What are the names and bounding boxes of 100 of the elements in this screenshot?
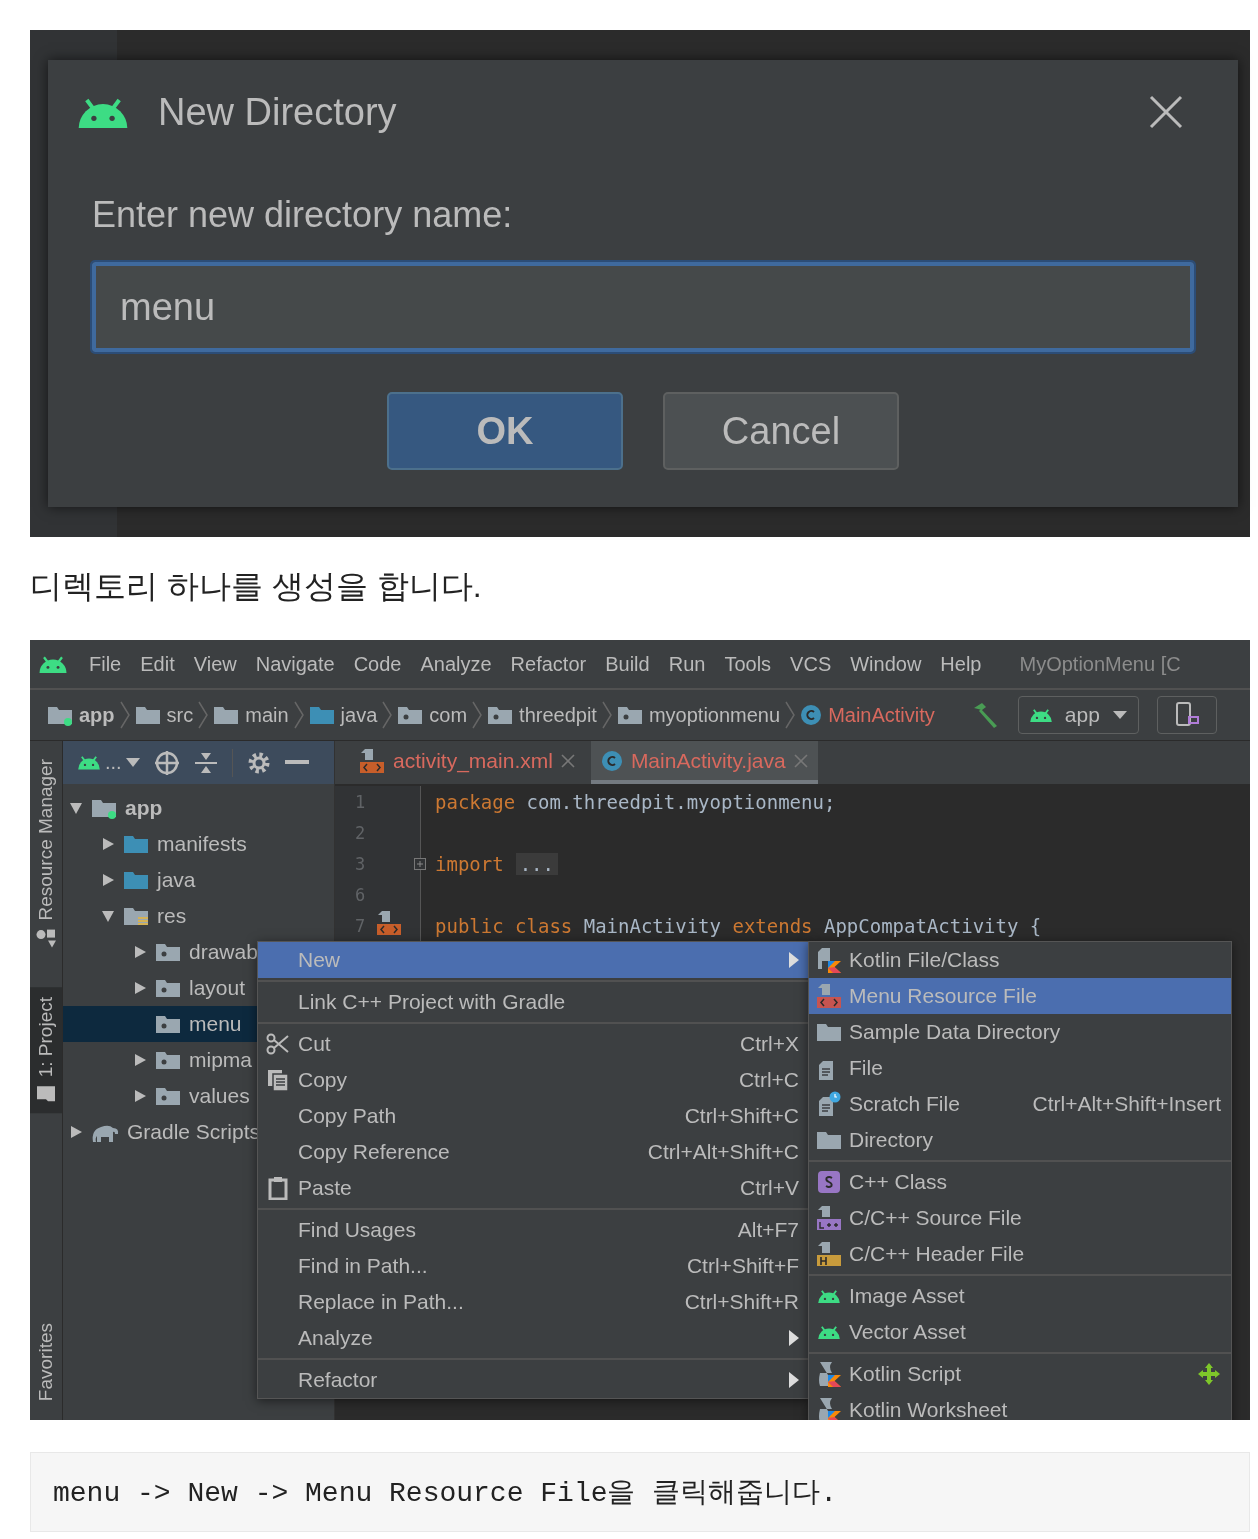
- breadcrumb[interactable]: app: [44, 703, 118, 727]
- expanded-arrow-icon[interactable]: [101, 909, 115, 923]
- resource-folder-icon: [123, 905, 149, 927]
- context-option[interactable]: Copy Ctrl+C: [258, 1062, 809, 1098]
- folder-icon: [213, 704, 240, 726]
- side-tab[interactable]: Favorites: [30, 1312, 62, 1411]
- menu-title[interactable]: Analyze: [412, 652, 500, 676]
- breadcrumb[interactable]: main: [210, 703, 292, 727]
- context-option[interactable]: Copy Reference Ctrl+Alt+Shift+C: [258, 1134, 809, 1170]
- new-item-option[interactable]: Kotlin File/Class: [809, 942, 1231, 978]
- context-option[interactable]: Find in Path... Ctrl+Shift+F: [258, 1248, 809, 1284]
- close-button[interactable]: [1148, 94, 1184, 130]
- kotlin-script-icon: [816, 1397, 842, 1420]
- context-option[interactable]: Replace in Path... Ctrl+Shift+R: [258, 1284, 809, 1320]
- context-option[interactable]: Find Usages Alt+F7: [258, 1212, 809, 1248]
- new-item-option[interactable]: Vector Asset: [809, 1314, 1231, 1350]
- context-option[interactable]: Copy Path Ctrl+Shift+C: [258, 1098, 809, 1134]
- folder-icon: [308, 704, 335, 726]
- android-icon: [817, 1324, 841, 1340]
- directory-name-field[interactable]: menu: [92, 262, 1194, 352]
- breadcrumb[interactable]: src: [131, 703, 197, 727]
- new-item-option[interactable]: Kotlin Worksheet: [809, 1392, 1231, 1420]
- dialog-title: New Directory: [158, 90, 398, 134]
- shortcut-text: Ctrl+Shift+F: [686, 1254, 799, 1278]
- device-button[interactable]: [1156, 696, 1217, 734]
- new-item-option[interactable]: Image Asset: [809, 1278, 1231, 1314]
- shortcut-text: Ctrl+Alt+Shift+Insert: [1032, 1092, 1221, 1116]
- collapsed-arrow-icon[interactable]: [101, 873, 115, 887]
- run-configuration-dropdown[interactable]: app: [1017, 696, 1139, 734]
- android-icon: [77, 755, 101, 770]
- collapse-all-icon[interactable]: [193, 750, 218, 775]
- menu-title[interactable]: Window: [842, 652, 930, 676]
- cancel-button[interactable]: Cancel: [663, 392, 899, 470]
- new-item-option[interactable]: Scratch File Ctrl+Alt+Shift+Insert: [809, 1086, 1231, 1122]
- new-item-option[interactable]: C++ Class: [809, 1164, 1231, 1200]
- collapsed-arrow-icon[interactable]: [133, 945, 147, 959]
- breadcrumb[interactable]: threedpit: [484, 703, 600, 727]
- menu-title[interactable]: Help: [932, 652, 990, 676]
- shortcut-text: Ctrl+C: [738, 1068, 799, 1092]
- shortcut-text: Ctrl+X: [740, 1032, 799, 1056]
- new-item-option[interactable]: C/C++ Source File: [809, 1200, 1231, 1236]
- context-option[interactable]: Analyze: [258, 1320, 809, 1356]
- clipboard-icon: [267, 1176, 289, 1200]
- menu-title[interactable]: Navigate: [247, 652, 343, 676]
- collapsed-arrow-icon[interactable]: [133, 1053, 147, 1067]
- caption-text: 디렉토리 하나를 생성을 합니다.: [30, 567, 483, 606]
- shortcut-text: Ctrl+Shift+C: [684, 1104, 799, 1128]
- settings-icon[interactable]: [246, 750, 271, 775]
- chevron-icon: [382, 701, 393, 729]
- new-item-option[interactable]: Directory: [809, 1122, 1231, 1158]
- tree-item[interactable]: app: [63, 790, 334, 826]
- breadcrumb[interactable]: com: [394, 703, 471, 727]
- editor-tab[interactable]: activity_main.xml: [349, 741, 585, 784]
- menu-title[interactable]: Build: [597, 652, 658, 676]
- chevron-icon: [472, 701, 483, 729]
- new-item-option[interactable]: Kotlin Script: [809, 1356, 1231, 1392]
- new-item-option[interactable]: C/C++ Header File: [809, 1236, 1231, 1272]
- collapsed-arrow-icon[interactable]: [133, 981, 147, 995]
- cpp-class-icon: [817, 1170, 841, 1194]
- menu-title[interactable]: Code: [345, 652, 410, 676]
- breadcrumb[interactable]: MainActivity: [797, 703, 938, 727]
- locate-icon[interactable]: [153, 749, 180, 776]
- tree-item[interactable]: java: [63, 862, 334, 898]
- dropdown-caret-icon: [1111, 710, 1128, 720]
- collapsed-arrow-icon[interactable]: [133, 1089, 147, 1103]
- menu-title[interactable]: Edit: [132, 652, 183, 676]
- context-option[interactable]: Paste Ctrl+V: [258, 1170, 809, 1206]
- menu-title[interactable]: VCS: [782, 652, 840, 676]
- copy-icon: [266, 1068, 290, 1092]
- folder-icon: [36, 1084, 56, 1103]
- collapsed-arrow-icon[interactable]: [101, 837, 115, 851]
- new-item-option[interactable]: Sample Data Directory: [809, 1014, 1231, 1050]
- collapsed-arrow-icon[interactable]: [69, 1125, 83, 1139]
- side-tab[interactable]: Resource Manager: [30, 749, 62, 959]
- side-tab[interactable]: 1: Project: [30, 986, 62, 1113]
- close-icon[interactable]: [560, 753, 575, 768]
- chevron-icon: [198, 701, 209, 729]
- menu-title[interactable]: Run: [660, 652, 714, 676]
- menu-title[interactable]: View: [185, 652, 245, 676]
- ok-button[interactable]: OK: [387, 392, 623, 470]
- view-selector[interactable]: ...: [77, 751, 140, 774]
- expanded-arrow-icon[interactable]: [69, 801, 83, 815]
- cpp-source-icon: [816, 1205, 842, 1231]
- module-folder-icon: [91, 797, 117, 819]
- tree-item[interactable]: manifests: [63, 826, 334, 862]
- scratch-file-icon: [816, 1091, 842, 1117]
- package-folder-icon: [155, 1013, 181, 1035]
- menu-title[interactable]: File: [81, 652, 130, 676]
- folder-icon: [816, 1129, 842, 1151]
- xml-file-icon: [816, 983, 842, 1009]
- breadcrumb[interactable]: java: [305, 703, 381, 727]
- menu-title[interactable]: Refactor: [502, 652, 595, 676]
- context-option[interactable]: Refactor: [258, 1362, 809, 1398]
- new-item-option[interactable]: File: [809, 1050, 1231, 1086]
- hide-icon[interactable]: [284, 759, 309, 766]
- fold-icon[interactable]: [414, 857, 426, 870]
- chevron-icon: [119, 701, 130, 729]
- breadcrumb[interactable]: myoptionmenu: [613, 703, 784, 727]
- menu-title[interactable]: Tools: [716, 652, 780, 676]
- tree-item[interactable]: res: [63, 898, 334, 934]
